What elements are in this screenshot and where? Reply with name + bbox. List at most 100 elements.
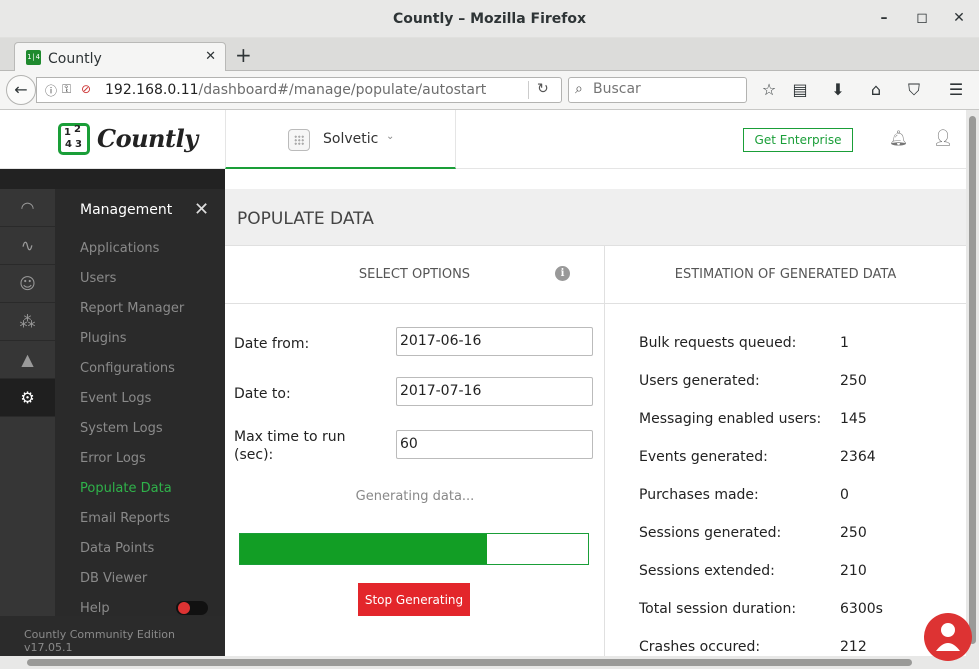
- countly-logo-icon[interactable]: 1 2 4 3: [58, 123, 90, 155]
- pocket-icon[interactable]: ⛉: [904, 80, 924, 100]
- navigation-toolbar: ⓘ ⚿ ⊘ 192.168.0.11/dashboard#/manage/pop…: [0, 71, 979, 110]
- stat-label: Events generated:: [639, 449, 768, 465]
- estimation-header: ESTIMATION OF GENERATED DATA: [605, 246, 966, 304]
- solvetic-watermark-logo: [924, 613, 972, 661]
- progress-fill: [240, 534, 488, 564]
- vertical-scroll-thumb[interactable]: [969, 116, 976, 644]
- select-options-heading: SELECT OPTIONS: [358, 267, 471, 282]
- app-icon: [288, 129, 310, 151]
- crashes-warning-icon[interactable]: ▲: [0, 341, 55, 379]
- stat-label: Total session duration:: [639, 601, 797, 617]
- main-content: POPULATE DATA SELECT OPTIONS i Date from…: [225, 169, 966, 656]
- sidebar-item-applications[interactable]: Applications: [80, 241, 159, 256]
- dashboard-gauge-icon[interactable]: ◠: [0, 189, 55, 227]
- date-from-field[interactable]: 2017-06-16: [396, 327, 593, 356]
- close-tab-icon[interactable]: ✕: [205, 49, 216, 64]
- countly-favicon-icon: 1|4: [26, 50, 41, 65]
- sidebar-item-email-reports[interactable]: Email Reports: [80, 511, 170, 526]
- window-titlebar: Countly – Mozilla Firefox – ◻ ✕: [0, 0, 979, 38]
- menu-hamburger-icon[interactable]: ☰: [946, 80, 966, 99]
- sidebar-item-plugins[interactable]: Plugins: [80, 331, 127, 346]
- sidebar-icon-rail: ◠ ∿ ☺ ⁂ ▲ ⚙: [0, 189, 55, 616]
- app-selector[interactable]: Solvetic ⌄: [225, 110, 456, 169]
- bookmark-star-icon[interactable]: ☆: [759, 80, 779, 99]
- key-icon: ⚿: [62, 82, 72, 96]
- search-bar[interactable]: ⌕: [568, 77, 747, 103]
- search-input[interactable]: [593, 81, 743, 97]
- sidebar-item-event-logs[interactable]: Event Logs: [80, 391, 151, 406]
- info-icon[interactable]: i: [555, 266, 570, 281]
- logo-text[interactable]: Countly: [97, 124, 198, 153]
- reload-icon[interactable]: ↻: [537, 81, 549, 97]
- stop-generating-button[interactable]: Stop Generating: [358, 583, 470, 616]
- address-bar[interactable]: ⓘ ⚿ ⊘ 192.168.0.11/dashboard#/manage/pop…: [36, 77, 562, 103]
- estimation-panel: ESTIMATION OF GENERATED DATA Bulk reques…: [605, 246, 966, 656]
- engagement-bubbles-icon[interactable]: ⁂: [0, 303, 55, 341]
- users-smiley-icon[interactable]: ☺: [0, 265, 55, 303]
- horizontal-scroll-thumb[interactable]: [27, 659, 912, 666]
- sidebar-item-help[interactable]: Help: [80, 601, 110, 616]
- stat-value: 0: [840, 487, 849, 503]
- stat-label: Purchases made:: [639, 487, 759, 503]
- stat-value: 210: [840, 563, 867, 579]
- user-icon[interactable]: 👤︎: [933, 128, 953, 147]
- date-to-field[interactable]: 2017-07-16: [396, 377, 593, 406]
- sidebar: ◠ ∿ ☺ ⁂ ▲ ⚙ Management ✕ Applications Us…: [0, 169, 225, 656]
- stat-label: Crashes occured:: [639, 639, 761, 655]
- max-time-label: Max time to run (sec):: [234, 429, 346, 463]
- management-gear-icon[interactable]: ⚙: [0, 379, 55, 417]
- stat-value: 1: [840, 335, 849, 351]
- minimize-button[interactable]: –: [876, 10, 892, 26]
- stat-label: Sessions generated:: [639, 525, 782, 541]
- sidebar-item-configurations[interactable]: Configurations: [80, 361, 175, 376]
- sidebar-item-system-logs[interactable]: System Logs: [80, 421, 163, 436]
- back-button[interactable]: ←: [6, 75, 36, 105]
- info-icon[interactable]: ⓘ: [45, 82, 57, 99]
- stat-value: 212: [840, 639, 867, 655]
- generation-progress-bar: [239, 533, 589, 565]
- max-time-field[interactable]: 60: [396, 430, 593, 459]
- edition-footer: Countly Community Edition v17.05.1: [0, 616, 225, 656]
- generating-status: Generating data...: [355, 489, 475, 504]
- sidebar-item-populate-data[interactable]: Populate Data: [80, 481, 172, 496]
- sidebar-item-report-manager[interactable]: Report Manager: [80, 301, 184, 316]
- sidebar-item-users[interactable]: Users: [80, 271, 116, 286]
- edition-text: Countly Community Edition v17.05.1: [24, 628, 175, 654]
- stat-label: Bulk requests queued:: [639, 335, 797, 351]
- maximize-button[interactable]: ◻: [914, 10, 930, 26]
- sidebar-item-data-points[interactable]: Data Points: [80, 541, 154, 556]
- url-host: 192.168.0.11: [105, 82, 199, 98]
- select-options-panel: SELECT OPTIONS i Date from: 2017-06-16 D…: [225, 246, 605, 656]
- reading-list-icon[interactable]: ▤: [790, 80, 810, 99]
- get-enterprise-button[interactable]: Get Enterprise: [743, 128, 853, 152]
- tab-countly[interactable]: 1|4 Countly ✕: [14, 42, 226, 72]
- date-from-label: Date from:: [234, 336, 310, 352]
- help-toggle-switch[interactable]: [176, 601, 208, 615]
- web-page: 1 2 4 3 Countly Solvetic ⌄ Get Enterpris…: [0, 110, 966, 656]
- estimation-heading: ESTIMATION OF GENERATED DATA: [674, 267, 897, 282]
- url-separator: [528, 81, 529, 99]
- stat-value: 250: [840, 525, 867, 541]
- content-gap: [225, 169, 966, 189]
- tab-label: Countly: [48, 51, 102, 67]
- home-icon[interactable]: ⌂: [866, 80, 886, 99]
- bell-icon[interactable]: 🔔︎: [889, 129, 908, 147]
- vertical-scrollbar[interactable]: [966, 110, 979, 656]
- window-title: Countly – Mozilla Firefox: [392, 11, 587, 27]
- close-window-button[interactable]: ✕: [951, 10, 967, 26]
- url-text[interactable]: 192.168.0.11/dashboard#/manage/populate/…: [105, 82, 486, 98]
- stat-label: Users generated:: [639, 373, 760, 389]
- countly-header: 1 2 4 3 Countly Solvetic ⌄ Get Enterpris…: [0, 110, 966, 169]
- downloads-icon[interactable]: ⬇: [828, 80, 848, 99]
- stat-value: 145: [840, 411, 867, 427]
- new-tab-button[interactable]: +: [235, 43, 252, 67]
- insecure-lock-icon[interactable]: ⊘: [81, 82, 91, 96]
- close-menu-icon[interactable]: ✕: [194, 199, 209, 220]
- sidebar-item-db-viewer[interactable]: DB Viewer: [80, 571, 147, 586]
- analytics-pulse-icon[interactable]: ∿: [0, 227, 55, 265]
- menu-title: Management: [80, 202, 173, 218]
- search-icon: ⌕: [575, 81, 583, 97]
- horizontal-scrollbar[interactable]: [0, 656, 979, 669]
- sidebar-item-error-logs[interactable]: Error Logs: [80, 451, 146, 466]
- page-title-bar: POPULATE DATA: [225, 189, 966, 246]
